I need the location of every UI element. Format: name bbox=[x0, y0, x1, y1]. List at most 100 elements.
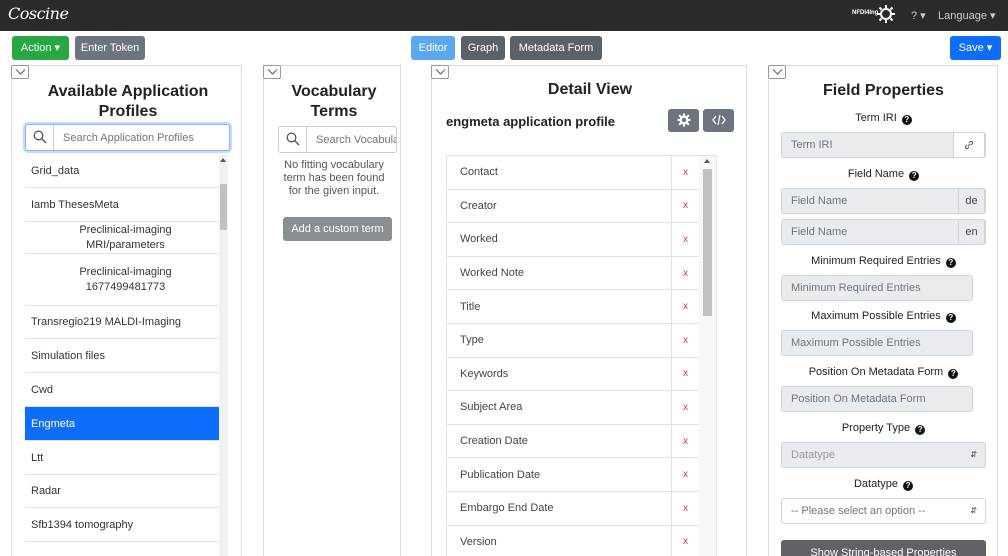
field-row[interactable]: Worked x bbox=[447, 223, 716, 257]
list-item[interactable]: Preclinical-imaging 1677499481773 bbox=[25, 254, 226, 306]
remove-field-button[interactable]: x bbox=[671, 290, 699, 323]
collapse-toggle[interactable] bbox=[768, 65, 786, 79]
field-row[interactable]: Publication Date x bbox=[447, 458, 716, 492]
remove-field-button[interactable]: x bbox=[671, 256, 699, 290]
scrollbar-thumb[interactable] bbox=[703, 169, 712, 316]
search-icon bbox=[279, 127, 307, 152]
coscine-logo[interactable]: Coscine bbox=[8, 4, 69, 23]
field-list: Contact x Creator x Worked x Worked Note x T… bbox=[446, 155, 717, 556]
remove-field-button[interactable]: x bbox=[671, 156, 699, 189]
remove-field-button[interactable]: x bbox=[671, 323, 699, 357]
settings-button[interactable] bbox=[668, 109, 699, 132]
max-entries-input[interactable]: Maximum Possible Entries bbox=[781, 330, 973, 356]
tab-graph[interactable]: Graph bbox=[461, 36, 505, 60]
scroll-up-arrow-icon bbox=[704, 159, 710, 163]
show-string-properties-button[interactable]: Show String-based Properties bbox=[781, 540, 986, 556]
collapse-toggle[interactable] bbox=[431, 65, 449, 79]
vocabulary-search-input[interactable] bbox=[308, 127, 396, 152]
tab-metadata-form[interactable]: Metadata Form bbox=[510, 36, 602, 60]
application-profile-name: engmeta application profile bbox=[446, 114, 616, 129]
list-item[interactable]: Simulation files bbox=[25, 339, 226, 373]
remove-field-button[interactable]: x bbox=[671, 223, 699, 256]
language-addon-en: en bbox=[958, 219, 985, 245]
code-icon bbox=[711, 114, 726, 126]
action-dropdown-button[interactable]: Action ▾ bbox=[12, 36, 69, 60]
profile-list-scrollbar[interactable] bbox=[219, 155, 228, 556]
term-iri-input[interactable]: Term IRI bbox=[781, 132, 986, 158]
vocabulary-search bbox=[278, 126, 397, 153]
help-icon[interactable]: ? bbox=[909, 171, 920, 181]
collapse-toggle[interactable] bbox=[263, 65, 281, 79]
save-dropdown-button[interactable]: Save ▾ bbox=[950, 36, 1001, 60]
help-menu[interactable]: ? ▾ bbox=[911, 9, 926, 22]
field-row[interactable]: Creation Date x bbox=[447, 424, 716, 459]
field-name-de-input[interactable]: Field Name de bbox=[781, 188, 986, 214]
field-list-scrollbar[interactable] bbox=[699, 156, 716, 556]
help-icon[interactable]: ? bbox=[945, 258, 956, 268]
remove-field-button[interactable]: x bbox=[671, 391, 699, 424]
nfdi4ing-logo-text: NFDI4Ing bbox=[852, 10, 879, 16]
position-label: Position On Metadata Form ? bbox=[781, 366, 986, 379]
field-row[interactable]: Title x bbox=[447, 290, 716, 324]
top-navbar: Coscine NFDI4Ing ? ▾ Language ▾ bbox=[0, 0, 1008, 31]
language-menu[interactable]: Language ▾ bbox=[938, 9, 996, 22]
remove-field-button[interactable]: x bbox=[671, 424, 699, 458]
help-icon[interactable]: ? bbox=[948, 369, 959, 379]
profiles-panel: Available Application Profiles Grid_data… bbox=[11, 65, 242, 556]
help-icon[interactable]: ? bbox=[903, 481, 914, 491]
position-input[interactable]: Position On Metadata Form bbox=[781, 386, 973, 412]
remove-field-button[interactable]: x bbox=[671, 357, 699, 391]
help-icon[interactable]: ? bbox=[945, 313, 956, 323]
profile-list: Grid_data Iamb ThesesMeta Preclinical-im… bbox=[25, 155, 226, 556]
min-entries-input[interactable]: Minimum Required Entries bbox=[781, 275, 973, 301]
remove-field-button[interactable]: x bbox=[671, 491, 699, 525]
select-arrows-icon: ⇵ bbox=[970, 506, 977, 515]
help-icon[interactable]: ? bbox=[915, 425, 926, 435]
chevron-down-icon bbox=[267, 69, 278, 75]
remove-field-button[interactable]: x bbox=[671, 525, 699, 556]
tab-editor[interactable]: Editor bbox=[411, 36, 455, 60]
panel-title: Detail View bbox=[547, 81, 633, 98]
list-item-selected[interactable]: Engmeta bbox=[25, 407, 226, 441]
list-item[interactable]: Sfb1394 tomography bbox=[25, 508, 226, 542]
list-item[interactable]: Cwd bbox=[25, 373, 226, 407]
field-name-en-input[interactable]: Field Name en bbox=[781, 219, 986, 245]
list-item[interactable]: Radar bbox=[25, 475, 226, 508]
field-row[interactable]: Creator x bbox=[447, 189, 716, 224]
search-icon bbox=[26, 125, 54, 150]
panel-title: Field Properties bbox=[823, 82, 944, 99]
field-row[interactable]: Embargo End Date x bbox=[447, 491, 716, 526]
property-type-select[interactable]: Datatype ⇵ bbox=[781, 442, 986, 468]
term-iri-label: Term IRI ? bbox=[781, 112, 986, 125]
code-view-button[interactable] bbox=[703, 109, 734, 132]
chevron-down-icon bbox=[435, 69, 446, 75]
field-row[interactable]: Subject Area x bbox=[447, 391, 716, 425]
detail-panel: Detail View engmeta application profile … bbox=[431, 65, 747, 556]
field-row[interactable]: Contact x bbox=[447, 156, 716, 190]
remove-field-button[interactable]: x bbox=[671, 458, 699, 491]
link-button[interactable] bbox=[953, 132, 985, 158]
list-item[interactable]: Preclinical-imaging MRI/parameters bbox=[25, 222, 226, 254]
empty-vocabulary-message: No fitting vocabulary term has been foun… bbox=[283, 159, 385, 197]
list-item[interactable]: Iamb ThesesMeta bbox=[25, 188, 226, 222]
field-row[interactable]: Worked Note x bbox=[447, 256, 716, 291]
add-custom-term-button[interactable]: Add a custom term bbox=[283, 217, 392, 241]
field-row[interactable]: Type x bbox=[447, 323, 716, 358]
remove-field-button[interactable]: x bbox=[671, 189, 699, 223]
list-item[interactable]: Grid_data bbox=[25, 155, 226, 188]
collapse-toggle[interactable] bbox=[11, 65, 29, 79]
scrollbar-thumb[interactable] bbox=[220, 184, 227, 230]
profile-search-input[interactable] bbox=[55, 125, 229, 150]
chevron-down-icon bbox=[15, 69, 26, 75]
scroll-up-arrow-icon bbox=[220, 158, 226, 162]
help-icon[interactable]: ? bbox=[901, 115, 912, 125]
field-row[interactable]: Version x bbox=[447, 525, 716, 556]
max-entries-label: Maximum Possible Entries ? bbox=[781, 310, 986, 323]
field-name-label: Field Name ? bbox=[781, 168, 986, 181]
datatype-select[interactable]: -- Please select an option -- ⇵ bbox=[781, 498, 986, 524]
field-row[interactable]: Keywords x bbox=[447, 357, 716, 392]
list-item[interactable]: Transregio219 MALDI-Imaging bbox=[25, 306, 226, 339]
panel-title: Vocabulary Terms bbox=[291, 83, 377, 120]
enter-token-button[interactable]: Enter Token bbox=[75, 36, 145, 60]
list-item[interactable]: Ltt bbox=[25, 441, 226, 475]
